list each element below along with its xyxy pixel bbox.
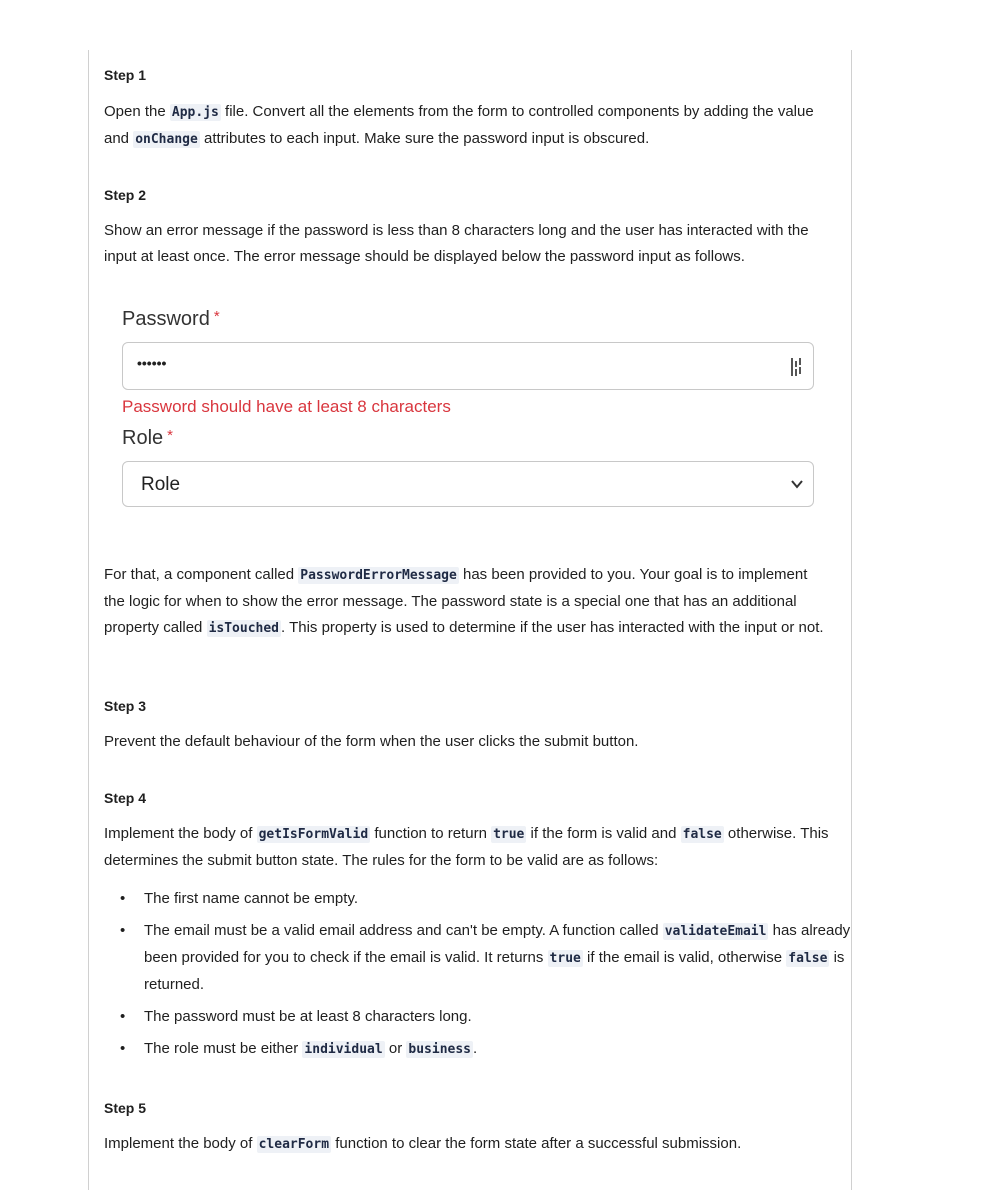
list-item: The email must be a valid email address … — [120, 918, 872, 998]
inline-code: false — [680, 826, 724, 843]
inline-code: getIsFormValid — [256, 826, 371, 843]
step-4-title: Step 4 — [104, 790, 147, 806]
role-select-value: Role — [141, 474, 181, 495]
inline-code: true — [547, 950, 583, 967]
validation-rules-list: The first name cannot be empty. The emai… — [104, 886, 872, 1069]
list-item: The first name cannot be empty. — [120, 886, 872, 912]
password-value: •••••• — [137, 355, 167, 371]
password-error-example: Password * •••••• Password should have at… — [104, 280, 834, 530]
inline-code: clearForm — [256, 1136, 332, 1153]
inline-code: false — [786, 950, 830, 967]
password-error-message: Password should have at least 8 characte… — [122, 397, 451, 416]
step-2-paragraph: Show an error message if the password is… — [104, 222, 809, 265]
inline-code: individual — [302, 1041, 385, 1058]
step-5-paragraph: Implement the body of clearForm function… — [104, 1135, 742, 1153]
password-input[interactable]: •••••• — [122, 342, 814, 390]
step-3-paragraph: Prevent the default behaviour of the for… — [104, 733, 639, 750]
inline-code: validateEmail — [662, 923, 769, 940]
step-5-title: Step 5 — [104, 1100, 147, 1116]
chevron-down-icon — [791, 480, 803, 489]
inline-code: App.js — [169, 104, 221, 121]
inline-code: PasswordErrorMessage — [298, 567, 459, 584]
list-item: The password must be at least 8 characte… — [120, 1004, 872, 1030]
password-manager-icon[interactable] — [789, 356, 805, 378]
required-mark: * — [213, 308, 220, 325]
inline-code: business — [406, 1041, 474, 1058]
required-mark: * — [167, 427, 173, 444]
role-select[interactable]: Role — [122, 461, 814, 507]
list-item: The role must be either individual or bu… — [120, 1036, 872, 1063]
password-label: Password * — [122, 308, 220, 330]
inline-code: onChange — [133, 131, 200, 148]
step-2-title: Step 2 — [104, 187, 147, 203]
step-4-paragraph: Implement the body of getIsFormValid fun… — [104, 825, 829, 869]
step-2-explanation: For that, a component called PasswordErr… — [104, 566, 824, 637]
step-1-paragraph: Open the App.js file. Convert all the el… — [104, 103, 814, 148]
inline-code: isTouched — [206, 620, 282, 637]
step-1-title: Step 1 — [104, 67, 147, 83]
inline-code: true — [491, 826, 527, 843]
step-3-title: Step 3 — [104, 698, 147, 714]
role-label: Role * — [122, 427, 173, 449]
